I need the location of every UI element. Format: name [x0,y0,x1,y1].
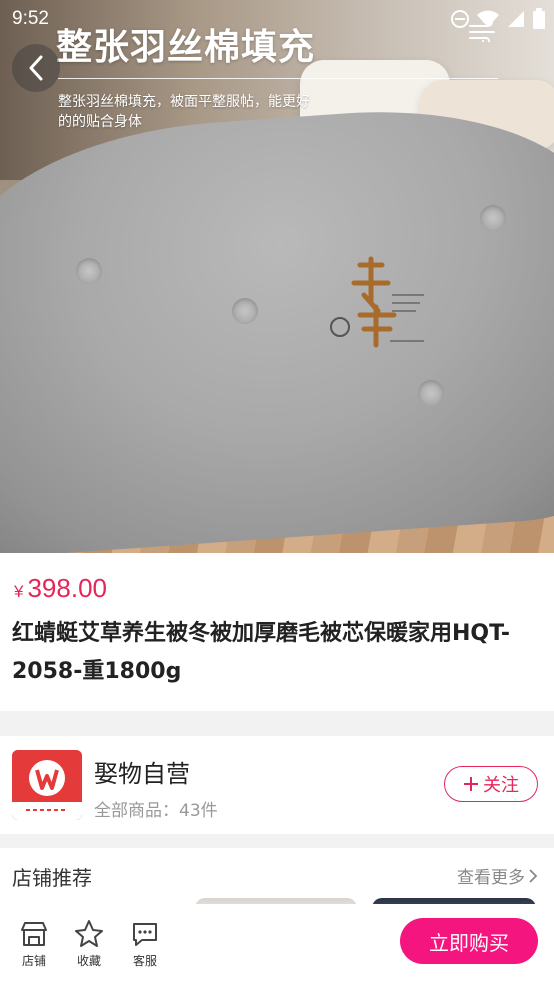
back-button[interactable] [12,44,60,92]
bottom-action-bar: 店铺 收藏 客服 立即购买 [0,904,554,984]
product-title: 红蜻蜓艾草养生被冬被加厚磨毛被芯保暖家用HQT-2058-重1800g [12,621,511,684]
recommend-title: 店铺推荐 [12,866,92,890]
chevron-right-icon [529,868,538,883]
hero-title: 整张羽丝棉填充 [56,27,316,68]
tab-store-label: 店铺 [21,954,46,968]
tab-service-label: 客服 [132,954,157,968]
follow-label: 关注 [483,775,519,796]
buy-now-button[interactable]: 立即购买 [400,918,538,964]
view-more-link[interactable]: 查看更多 [457,863,538,888]
tab-favorite[interactable]: 收藏 [67,918,111,969]
battery-icon [533,8,545,29]
chat-icon [133,923,157,946]
hero-quilt-tuft [418,380,444,406]
shop-logo [12,750,82,820]
status-time: 9:52 [12,8,49,29]
currency-symbol: ¥ [14,582,24,601]
tab-service[interactable]: 客服 [123,918,167,969]
plus-icon [464,777,478,791]
shop-product-count: 全部商品：43件 [94,801,218,821]
wind-icon [469,20,495,42]
hero-quilt-tuft [232,298,258,324]
hero-subtitle: 整张羽丝棉填充，被面平整服帖，能更好的的贴合身体 [58,94,310,130]
shop-card[interactable]: 娶物自营 全部商品：43件 关注 [0,736,554,834]
tab-store[interactable]: 店铺 [12,918,56,969]
price-value: 398.00 [27,573,107,603]
embroidery-logo-icon [330,256,424,348]
product-info: ¥398.00 红蜻蜓艾草养生被冬被加厚磨毛被芯保暖家用HQT-2058-重18… [0,553,554,711]
chevron-left-icon [29,55,43,81]
product-price: ¥398.00 [14,573,107,604]
signal-icon [508,11,524,27]
star-icon [75,920,103,947]
hero-quilt [0,95,554,553]
shop-name: 娶物自营 [94,760,190,788]
do-not-disturb-icon [451,10,469,28]
product-hero-image[interactable]: 整张羽丝棉填充 整张羽丝棉填充，被面平整服帖，能更好的的贴合身体 9:52 [0,0,554,553]
store-icon [21,922,47,946]
view-more-label: 查看更多 [457,868,525,888]
hero-quilt-tuft [480,205,506,231]
follow-button[interactable]: 关注 [444,766,538,802]
tab-favorite-label: 收藏 [76,954,101,968]
hero-quilt-tuft [76,258,102,284]
hero-divider [58,78,498,79]
status-icons [450,8,546,30]
shop-logo-icon [12,750,82,820]
